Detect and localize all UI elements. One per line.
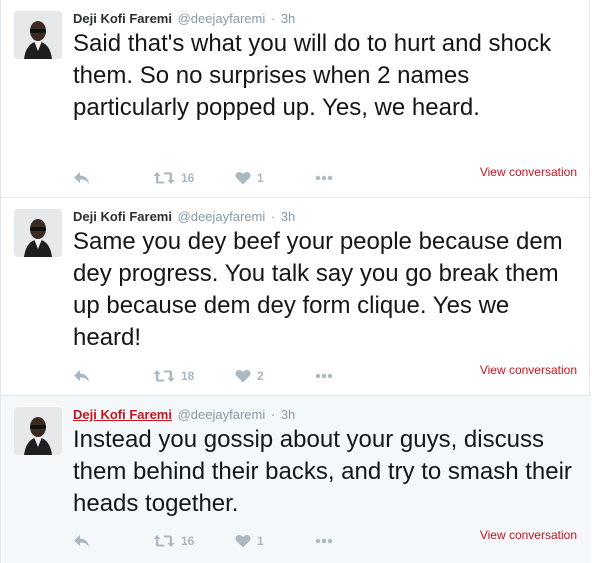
heart-icon — [235, 369, 251, 383]
author-username[interactable]: @deejayfaremi — [178, 11, 266, 26]
tweet-text: Said that's what you will do to hurt and… — [73, 30, 552, 121]
avatar[interactable] — [14, 11, 62, 59]
tweet-text: Instead you gossip about your guys, disc… — [73, 426, 572, 517]
heart-icon — [235, 534, 251, 548]
reply-icon — [74, 535, 89, 547]
avatar-image — [14, 209, 62, 257]
tweet-actions: 18 2 — [73, 366, 353, 386]
retweet-icon — [153, 535, 175, 547]
tweet-header: Deji Kofi Faremi @deejayfaremi · 3h — [73, 11, 295, 26]
like-button[interactable]: 1 — [235, 168, 264, 188]
author-fullname[interactable]: Deji Kofi Faremi — [73, 407, 172, 422]
reply-button[interactable] — [73, 366, 91, 386]
author-username[interactable]: @deejayfaremi — [178, 407, 266, 422]
tweet-actions: 16 1 — [73, 168, 353, 188]
tweet-header: Deji Kofi Faremi @deejayfaremi · 3h — [73, 209, 295, 224]
retweet-button[interactable]: 16 — [153, 168, 194, 188]
more-dots-icon — [315, 373, 333, 379]
header-separator: · — [270, 209, 276, 224]
retweet-count: 16 — [181, 534, 195, 548]
more-button[interactable] — [315, 531, 333, 551]
tweet-header: Deji Kofi Faremi @deejayfaremi · 3h — [73, 407, 295, 422]
more-button[interactable] — [315, 168, 333, 188]
like-button[interactable]: 2 — [235, 366, 264, 386]
reply-button[interactable] — [73, 531, 91, 551]
retweet-button[interactable]: 16 — [153, 531, 194, 551]
avatar-image — [14, 407, 62, 455]
like-button[interactable]: 1 — [235, 531, 264, 551]
author-fullname[interactable]: Deji Kofi Faremi — [73, 209, 172, 224]
view-conversation-link[interactable]: View conversation — [480, 528, 577, 542]
view-conversation-link[interactable]: View conversation — [480, 363, 577, 377]
retweet-button[interactable]: 18 — [153, 366, 194, 386]
more-dots-icon — [315, 538, 333, 544]
reply-button[interactable] — [73, 168, 91, 188]
like-count: 1 — [257, 171, 264, 185]
retweet-icon — [153, 172, 175, 184]
retweet-count: 16 — [181, 171, 195, 185]
more-button[interactable] — [315, 366, 333, 386]
like-count: 1 — [257, 534, 264, 548]
retweet-icon — [153, 370, 175, 382]
more-dots-icon — [315, 175, 333, 181]
heart-icon — [235, 171, 251, 185]
retweet-count: 18 — [181, 369, 195, 383]
author-fullname[interactable]: Deji Kofi Faremi — [73, 11, 172, 26]
reply-icon — [74, 370, 89, 382]
like-count: 2 — [257, 369, 264, 383]
tweet-text: Same you dey beef your people because de… — [73, 228, 563, 351]
tweet-timestamp[interactable]: 3h — [281, 209, 295, 224]
author-username[interactable]: @deejayfaremi — [178, 209, 266, 224]
tweet-timestamp[interactable]: 3h — [281, 407, 295, 422]
avatar-image — [14, 11, 62, 59]
reply-icon — [74, 172, 89, 184]
tweet-timestamp[interactable]: 3h — [281, 11, 295, 26]
tweet-item[interactable]: Deji Kofi Faremi @deejayfaremi · 3h Same… — [1, 198, 591, 396]
header-separator: · — [270, 407, 276, 422]
avatar[interactable] — [14, 209, 62, 257]
tweet-actions: 16 1 — [73, 531, 353, 551]
avatar[interactable] — [14, 407, 62, 455]
view-conversation-link[interactable]: View conversation — [480, 165, 577, 179]
tweet-item[interactable]: Deji Kofi Faremi @deejayfaremi · 3h Inst… — [1, 396, 591, 563]
tweet-item[interactable]: Deji Kofi Faremi @deejayfaremi · 3h Said… — [1, 0, 591, 198]
header-separator: · — [270, 11, 276, 26]
tweet-feed: Deji Kofi Faremi @deejayfaremi · 3h Said… — [0, 0, 591, 563]
